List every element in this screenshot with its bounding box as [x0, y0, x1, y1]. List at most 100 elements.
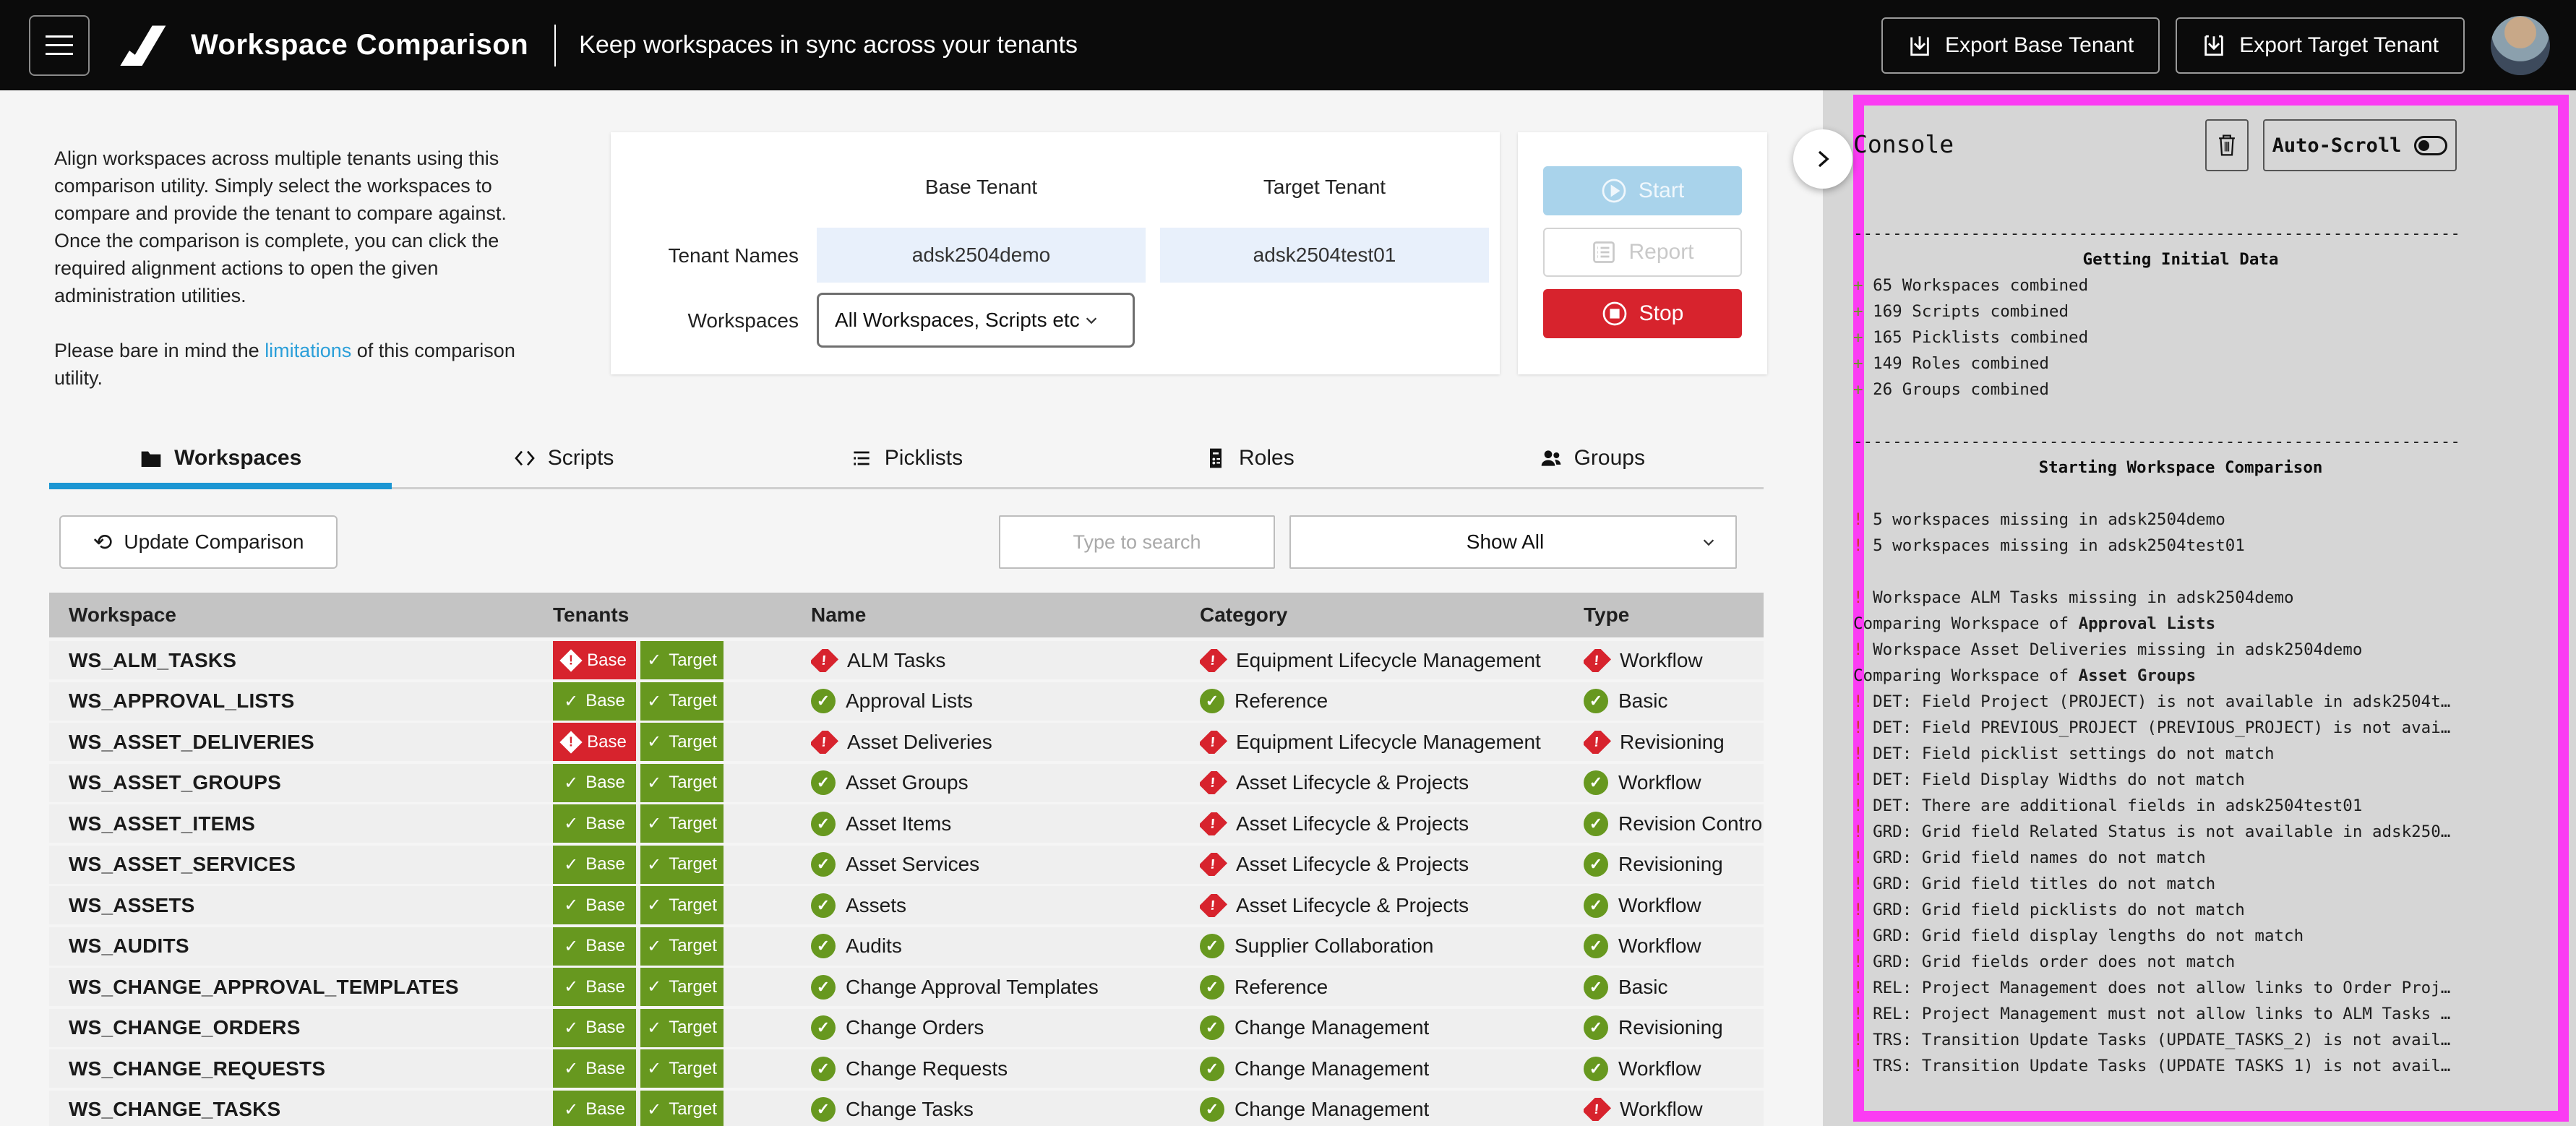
check-icon: ✓: [647, 854, 661, 875]
limitations-link[interactable]: limitations: [265, 340, 351, 361]
tab-bar: Workspaces Scripts Picklists Roles Group…: [49, 426, 1764, 490]
error-status-icon: !: [811, 731, 838, 754]
type-cell: !Workflow: [1584, 1098, 1764, 1121]
workspaces-label: Workspaces: [618, 309, 799, 332]
table-row[interactable]: WS_ASSET_SERVICES✓Base✓Target✓Asset Serv…: [49, 846, 1764, 884]
check-icon: ✓: [647, 1018, 661, 1039]
console-line: ! 5 workspaces missing in adsk2504test01: [1853, 533, 2508, 559]
ok-status-icon: ✓: [1584, 975, 1608, 1000]
warning-marker: !: [1853, 744, 1863, 763]
check-icon: ✓: [564, 936, 578, 957]
export-base-tenant-button[interactable]: Export Base Tenant: [1881, 17, 2160, 74]
filter-dropdown[interactable]: Show All: [1289, 515, 1737, 569]
start-button[interactable]: Start: [1543, 166, 1742, 215]
check-icon: ✓: [647, 895, 661, 916]
ok-status-icon: ✓: [1584, 893, 1608, 918]
ok-status-icon: ✓: [811, 893, 836, 918]
stop-button[interactable]: Stop: [1543, 289, 1742, 338]
workspace-id: WS_ASSET_SERVICES: [49, 853, 553, 876]
base-tenant-badge: ✓Base: [553, 1049, 636, 1088]
clear-console-button[interactable]: [2205, 119, 2249, 171]
target-tenant-header: Target Tenant: [1160, 176, 1489, 199]
target-tenant-badge: ✓Target: [640, 1049, 724, 1088]
warning-marker: !: [1853, 1031, 1863, 1049]
ok-status-icon: ✓: [811, 975, 836, 1000]
workspace-id: WS_ASSETS: [49, 894, 553, 917]
warning-marker: !: [1853, 927, 1863, 945]
console-line: ! GRD: Grid field Related Status is not …: [1853, 819, 2508, 845]
target-tenant-value: adsk2504test01: [1160, 228, 1489, 283]
tab-picklists[interactable]: Picklists: [735, 426, 1078, 490]
base-tenant-badge: ✓Base: [553, 764, 636, 802]
check-icon: ✓: [564, 1099, 578, 1120]
table-row[interactable]: WS_CHANGE_ORDERS✓Base✓Target✓Change Orde…: [49, 1009, 1764, 1047]
table-row[interactable]: WS_CHANGE_APPROVAL_TEMPLATES✓Base✓Target…: [49, 968, 1764, 1006]
folder-icon: [139, 447, 163, 470]
base-tenant-badge: ✓Base: [553, 804, 636, 843]
workspace-id: WS_ASSET_ITEMS: [49, 812, 553, 835]
workspaces-dropdown[interactable]: All Workspaces, Scripts etc: [817, 293, 1135, 348]
ok-status-icon: ✓: [1200, 689, 1224, 713]
play-icon: [1601, 178, 1627, 204]
check-icon: ✓: [564, 1018, 578, 1039]
warning-marker: !: [1853, 718, 1863, 737]
page-subtitle: Keep workspaces in sync across your tena…: [579, 31, 1078, 59]
menu-button[interactable]: [29, 15, 90, 76]
base-tenant-badge: !Base: [553, 641, 636, 679]
console-log[interactable]: ----------------------------------------…: [1853, 220, 2508, 1073]
code-icon: [513, 447, 536, 470]
console-line: ! 5 workspaces missing in adsk2504demo: [1853, 507, 2508, 533]
alert-diamond-icon: !: [560, 649, 583, 671]
table-row[interactable]: WS_ASSET_GROUPS✓Base✓Target✓Asset Groups…: [49, 764, 1764, 802]
target-tenant-badge: ✓Target: [640, 846, 724, 884]
tab-workspaces[interactable]: Workspaces: [49, 426, 392, 490]
autoscroll-toggle-button[interactable]: Auto-Scroll: [2263, 119, 2457, 171]
table-row[interactable]: WS_ASSET_ITEMS✓Base✓Target✓Asset Items!A…: [49, 804, 1764, 843]
workspace-table-body[interactable]: WS_ALM_TASKS!Base✓Target!ALM Tasks!Equip…: [49, 641, 1764, 1126]
collapse-console-button[interactable]: [1793, 129, 1852, 189]
trash-icon: [2216, 133, 2238, 158]
table-row[interactable]: WS_ASSET_DELIVERIES!Base✓Target!Asset De…: [49, 723, 1764, 761]
warning-marker: !: [1853, 874, 1863, 893]
base-tenant-badge: ✓Base: [553, 927, 636, 966]
stop-icon: [1602, 301, 1628, 327]
header-divider: [554, 25, 556, 66]
table-row[interactable]: WS_AUDITS✓Base✓Target✓Audits✓Supplier Co…: [49, 927, 1764, 966]
warning-marker: !: [1853, 588, 1863, 607]
column-header-type: Type: [1584, 603, 1764, 627]
error-status-icon: !: [1584, 1098, 1611, 1121]
export-target-tenant-button[interactable]: Export Target Tenant: [2176, 17, 2465, 74]
warning-marker: !: [1853, 979, 1863, 997]
error-status-icon: !: [1200, 853, 1227, 876]
tab-roles[interactable]: Roles: [1078, 426, 1420, 490]
tab-groups[interactable]: Groups: [1421, 426, 1764, 490]
badge-icon: [1204, 447, 1227, 470]
check-icon: ✓: [647, 691, 661, 712]
workspace-name-cell: !Asset Deliveries: [811, 731, 1200, 754]
workspace-name-cell: ✓Change Approval Templates: [811, 975, 1200, 1000]
table-row[interactable]: WS_ALM_TASKS!Base✓Target!ALM Tasks!Equip…: [49, 641, 1764, 679]
user-avatar[interactable]: [2491, 16, 2550, 75]
table-row[interactable]: WS_APPROVAL_LISTS✓Base✓Target✓Approval L…: [49, 682, 1764, 721]
warning-marker: !: [1853, 692, 1863, 711]
ok-status-icon: ✓: [811, 689, 836, 713]
table-row[interactable]: WS_CHANGE_TASKS✓Base✓Target✓Change Tasks…: [49, 1091, 1764, 1126]
ok-status-icon: ✓: [1584, 1015, 1608, 1040]
workspace-id: WS_ALM_TASKS: [49, 649, 553, 672]
warning-marker: !: [1853, 953, 1863, 971]
picklist-icon: [850, 447, 873, 470]
tenant-panel: Base Tenant Target Tenant Tenant Names a…: [611, 132, 1500, 374]
update-comparison-button[interactable]: ⟲ Update Comparison: [59, 515, 338, 569]
chevron-down-icon: [1083, 312, 1099, 328]
table-row[interactable]: WS_CHANGE_REQUESTS✓Base✓Target✓Change Re…: [49, 1049, 1764, 1088]
base-tenant-badge: ✓Base: [553, 846, 636, 884]
tenant-badges: ✓Base✓Target: [553, 886, 811, 924]
intro-paragraph: Please bare in mind the limitations of t…: [54, 337, 528, 392]
report-button[interactable]: Report: [1543, 228, 1742, 277]
table-row[interactable]: WS_ASSETS✓Base✓Target✓Assets!Asset Lifec…: [49, 886, 1764, 924]
category-cell: ✓Supplier Collaboration: [1200, 934, 1584, 958]
search-input[interactable]: [999, 515, 1275, 569]
console-line: [1853, 559, 2508, 585]
tab-scripts[interactable]: Scripts: [392, 426, 734, 490]
warning-marker: !: [1853, 536, 1863, 555]
